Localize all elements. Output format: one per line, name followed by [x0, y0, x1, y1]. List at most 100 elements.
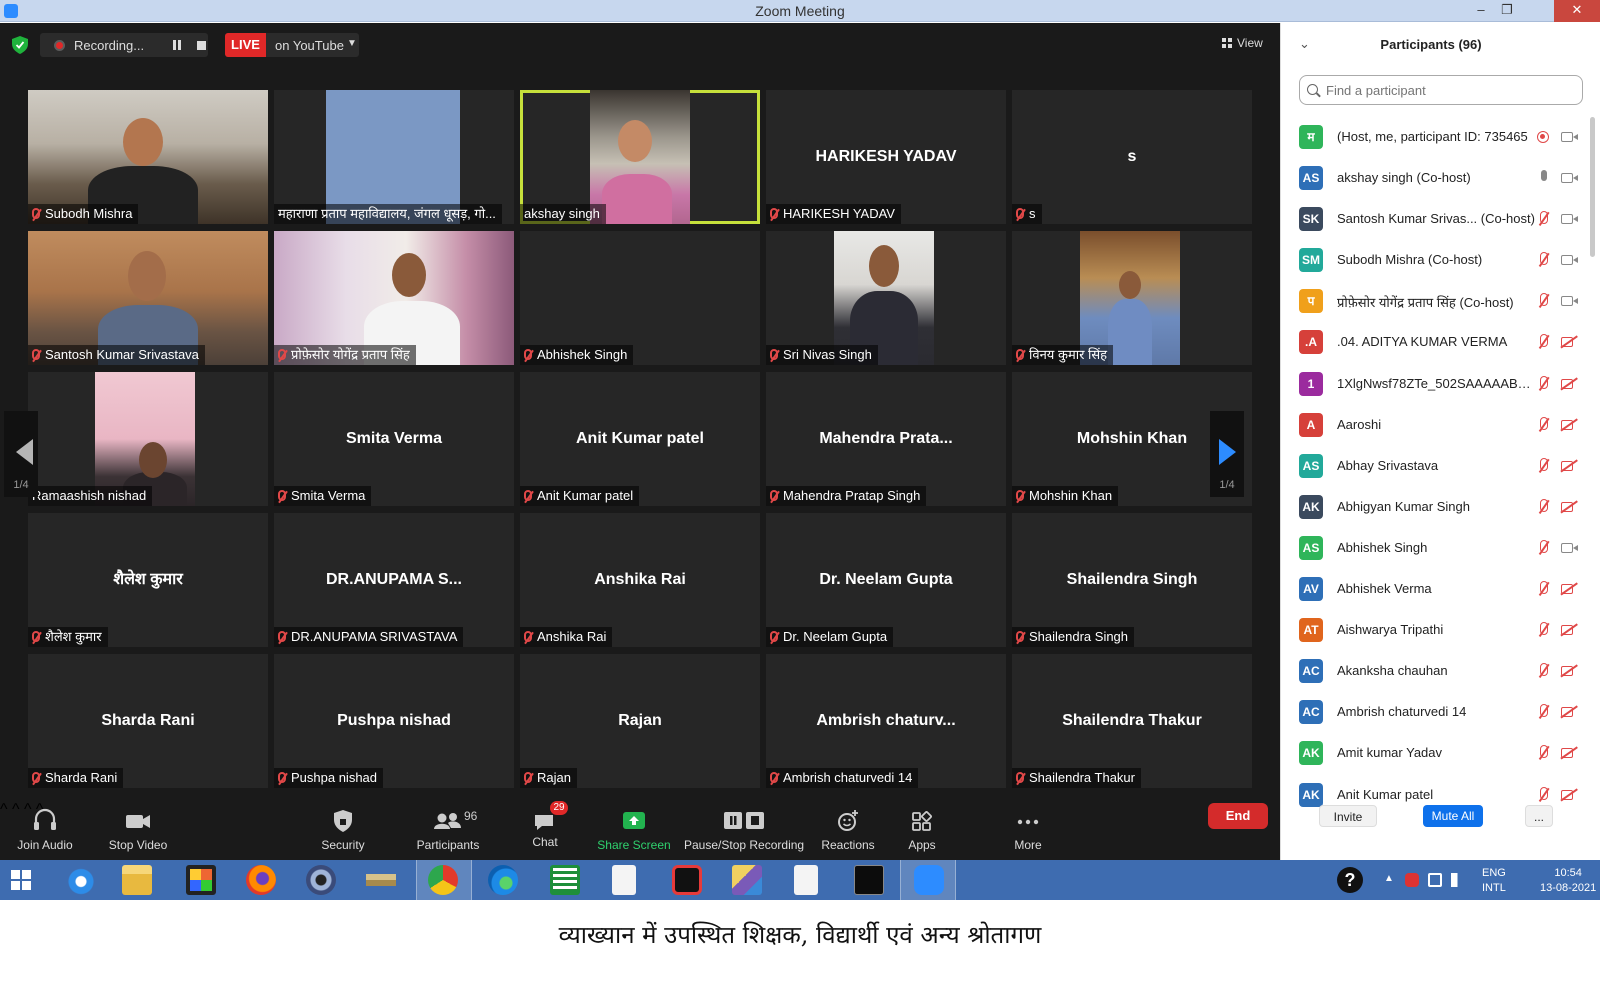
- pause-stop-recording-button[interactable]: Pause/Stop Recording: [684, 807, 804, 852]
- security-button[interactable]: Security: [313, 807, 373, 852]
- restore-button[interactable]: ❐: [1492, 0, 1522, 22]
- stop-video-button[interactable]: Stop Video: [104, 807, 172, 852]
- participant-search-input[interactable]: [1299, 75, 1583, 105]
- video-tile[interactable]: Dr. Neelam Gupta Dr. Neelam Gupta: [766, 513, 1006, 647]
- pause-recording-icon[interactable]: [172, 40, 182, 50]
- chat-button[interactable]: 29 Chat: [520, 801, 570, 849]
- firefox-icon[interactable]: [246, 865, 276, 895]
- participants-more-button[interactable]: ...: [1525, 805, 1553, 827]
- mic-muted-icon[interactable]: [1537, 375, 1551, 392]
- video-tile[interactable]: Subodh Mishra: [28, 90, 268, 224]
- video-tile[interactable]: Shailendra Singh Shailendra Singh: [1012, 513, 1252, 647]
- more-button[interactable]: More: [1010, 807, 1046, 852]
- participant-row[interactable]: .A .04. ADITYA KUMAR VERMA: [1281, 322, 1593, 363]
- internet-explorer-icon[interactable]: [66, 865, 96, 895]
- camera-off-icon[interactable]: [1561, 460, 1573, 471]
- start-button[interactable]: [11, 870, 31, 890]
- mic-muted-icon[interactable]: [1537, 498, 1551, 515]
- invite-button[interactable]: Invite: [1319, 805, 1377, 827]
- participants-button[interactable]: 96 Participants: [408, 807, 488, 852]
- camera-icon[interactable]: [1561, 132, 1578, 142]
- video-tile[interactable]: akshay singh: [520, 90, 760, 224]
- document-icon[interactable]: [612, 865, 636, 895]
- camera-off-icon[interactable]: [1561, 584, 1573, 595]
- video-tile[interactable]: HARIKESH YADAV HARIKESH YADAV: [766, 90, 1006, 224]
- next-page-button[interactable]: 1/4: [1210, 411, 1244, 497]
- participant-row[interactable]: म (Host, me, participant ID: 735465: [1281, 117, 1593, 158]
- close-button[interactable]: ✕: [1554, 0, 1600, 22]
- mic-muted-icon[interactable]: [1537, 211, 1551, 227]
- mic-muted-icon[interactable]: [1537, 416, 1551, 433]
- participant-row[interactable]: AS Abhishek Singh: [1281, 528, 1593, 569]
- volume-muted-icon[interactable]: [1451, 873, 1465, 887]
- video-tile[interactable]: Ambrish chaturv... Ambrish chaturvedi 14: [766, 654, 1006, 788]
- video-tile[interactable]: Pushpa nishad Pushpa nishad: [274, 654, 514, 788]
- video-tile[interactable]: ss: [1012, 90, 1252, 224]
- end-meeting-button[interactable]: End: [1208, 803, 1268, 829]
- participants-scrollbar[interactable]: [1590, 117, 1595, 257]
- zoom-icon[interactable]: [914, 865, 944, 895]
- participant-row[interactable]: AC Akanksha chauhan: [1281, 651, 1593, 692]
- edge-icon[interactable]: [488, 865, 518, 895]
- camera-icon[interactable]: [1561, 255, 1578, 266]
- participant-row[interactable]: AS Abhay Srivastava: [1281, 446, 1593, 487]
- camera-off-icon[interactable]: [1561, 378, 1573, 389]
- live-stream-indicator[interactable]: LIVE on YouTube ▼: [225, 33, 359, 57]
- view-button[interactable]: View: [1222, 36, 1263, 50]
- camera-off-icon[interactable]: [1561, 337, 1573, 348]
- recorder-tray-icon[interactable]: [1405, 873, 1419, 887]
- audio-options-chevron-icon[interactable]: ^: [0, 801, 8, 818]
- video-tile[interactable]: Smita Verma Smita Verma: [274, 372, 514, 506]
- camera-off-icon[interactable]: [1561, 748, 1573, 759]
- mic-muted-icon[interactable]: [1537, 252, 1551, 268]
- apps-button[interactable]: Apps: [904, 807, 940, 852]
- camera-off-icon[interactable]: [1561, 501, 1573, 512]
- video-tile[interactable]: Mahendra Prata... Mahendra Pratap Singh: [766, 372, 1006, 506]
- image-viewer-icon[interactable]: [732, 865, 762, 895]
- camera-off-icon[interactable]: [1561, 625, 1573, 636]
- video-tile[interactable]: विनय कुमार सिंह: [1012, 231, 1252, 365]
- show-hidden-icons-icon[interactable]: ▲: [1384, 873, 1394, 884]
- mute-all-button[interactable]: Mute All: [1423, 805, 1483, 827]
- mic-muted-icon[interactable]: [1537, 293, 1551, 309]
- video-tile[interactable]: Anshika Rai Anshika Rai: [520, 513, 760, 647]
- chrome-icon[interactable]: [428, 865, 458, 895]
- video-tile[interactable]: Ramaashish nishad: [28, 372, 268, 506]
- participant-row[interactable]: AK Abhigyan Kumar Singh: [1281, 487, 1593, 528]
- mic-muted-icon[interactable]: [1537, 622, 1551, 638]
- camera-icon[interactable]: [1561, 542, 1578, 553]
- join-audio-button[interactable]: Join Audio: [14, 807, 76, 852]
- video-tile[interactable]: प्रोफ़ेसोर योगेंद्र प्रताप सिंह: [274, 231, 514, 365]
- camera-icon[interactable]: [1561, 214, 1578, 225]
- participant-row[interactable]: A Aaroshi: [1281, 405, 1593, 446]
- participant-row[interactable]: AC Ambrish chaturvedi 14: [1281, 692, 1593, 733]
- video-tile[interactable]: Anit Kumar patel Anit Kumar patel: [520, 372, 760, 506]
- video-tile[interactable]: DR.ANUPAMA S... DR.ANUPAMA SRIVASTAVA: [274, 513, 514, 647]
- mic-icon[interactable]: [1537, 170, 1551, 186]
- blank-document-icon[interactable]: [794, 865, 818, 895]
- stop-recording-icon[interactable]: [197, 41, 206, 50]
- mic-muted-icon[interactable]: [1537, 745, 1551, 761]
- reactions-button[interactable]: Reactions: [820, 807, 876, 852]
- screen-recorder-icon[interactable]: [672, 865, 702, 895]
- participant-row[interactable]: SM Subodh Mishra (Co-host): [1281, 240, 1593, 281]
- encryption-shield-icon[interactable]: [12, 36, 28, 54]
- participant-row[interactable]: AT Aishwarya Tripathi: [1281, 610, 1593, 651]
- video-tile[interactable]: Sharda Rani Sharda Rani: [28, 654, 268, 788]
- mic-muted-icon[interactable]: [1537, 663, 1551, 679]
- camera-icon[interactable]: [1561, 173, 1578, 184]
- video-tile[interactable]: Sri Nivas Singh: [766, 231, 1006, 365]
- camera-off-icon[interactable]: [1561, 419, 1573, 430]
- clock[interactable]: 10:54 13-08-2021: [1540, 866, 1596, 896]
- participant-row[interactable]: 1 1XlgNwsf78ZTe_502SAAAAABZE...: [1281, 364, 1593, 405]
- participant-row[interactable]: AK Amit kumar Yadav: [1281, 733, 1593, 774]
- mic-muted-icon[interactable]: [1537, 457, 1551, 474]
- network-icon[interactable]: [1428, 873, 1442, 887]
- camera-off-icon[interactable]: [1561, 666, 1573, 677]
- video-tile[interactable]: Santosh Kumar Srivastava: [28, 231, 268, 365]
- mic-muted-icon[interactable]: [1537, 539, 1551, 556]
- video-tile[interactable]: Shailendra Thakur Shailendra Thakur: [1012, 654, 1252, 788]
- participant-row[interactable]: AV Abhishek Verma: [1281, 569, 1593, 610]
- mic-muted-icon[interactable]: [1537, 704, 1551, 720]
- help-icon[interactable]: ?: [1337, 867, 1363, 893]
